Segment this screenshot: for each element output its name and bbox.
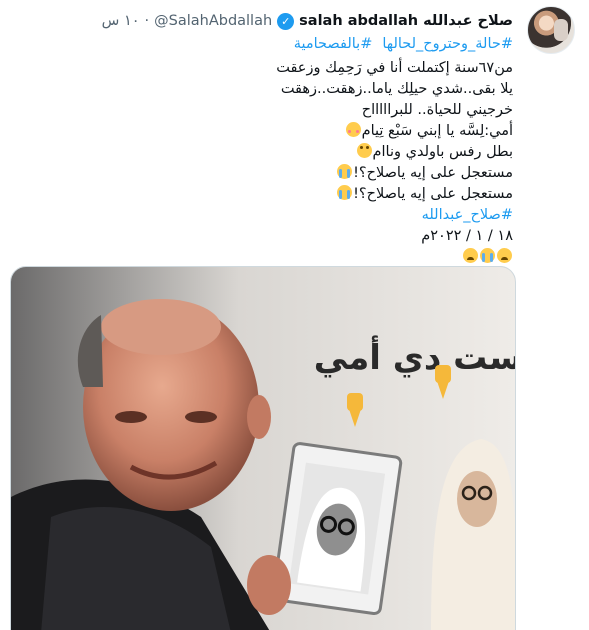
sob-icon [480, 248, 495, 263]
text-line-with-emoji: بطل رفس باولدي وناام [223, 142, 513, 163]
tired-face-icon [497, 248, 512, 263]
tweet-media[interactable]: الست دي أمي [10, 266, 516, 630]
media-overlay-text: الست دي أمي [314, 335, 516, 378]
tired-face-icon [463, 248, 478, 263]
text-line: مستعجل على إيه ياصلاح؟! [353, 165, 513, 181]
tweet-date: ١٨ / ١ / ٢٠٢٢م [421, 228, 513, 244]
text-line: خرجيني للحياة.. للبراااااح [361, 102, 513, 118]
timestamp[interactable]: ١٠ س [102, 13, 140, 29]
text-line-with-emoji: مستعجل على إيه ياصلاح؟! [223, 163, 513, 184]
rolling-eyes-icon [356, 143, 372, 158]
text-line: بطل رفس باولدي وناام [372, 144, 513, 160]
author-handle[interactable]: @SalahAbdallah [154, 13, 272, 29]
flushed-face-icon [345, 122, 361, 137]
text-line-with-emoji: أمي:لِسَّه يا إبني سَبْع تِيام [223, 121, 513, 142]
sob-icon [337, 164, 353, 179]
hashtag-row: #حالة_وحتروح_لحالها #بالفصحامية [294, 36, 513, 52]
media-image: الست دي أمي [11, 267, 516, 630]
tweet: صلاح عبدالله salah abdallah ✓ @SalahAbda… [0, 0, 589, 630]
hashtag-link[interactable]: #صلاح_عبدالله [223, 205, 513, 226]
text-line-with-emoji: مستعجل على إيه ياصلاح؟! [223, 184, 513, 205]
tweet-text: من٦٧سنة إكتملت أنا في رَحِمِك وزعقت يلا … [223, 58, 513, 268]
verified-badge-icon: ✓ [277, 12, 295, 30]
hashtag-link[interactable]: #حالة_وحتروح_لحالها [382, 36, 513, 52]
emoji-row [223, 247, 513, 268]
text-line: مستعجل على إيه ياصلاح؟! [353, 186, 513, 202]
sob-icon [337, 185, 353, 200]
separator: · [144, 13, 150, 29]
text-line: من٦٧سنة إكتملت أنا في رَحِمِك وزعقت [276, 60, 513, 76]
avatar[interactable] [527, 6, 575, 54]
text-line: أمي:لِسَّه يا إبني سَبْع تِيام [361, 123, 513, 139]
text-line: يلا بقى..شدي حيلِك ياما..زهقت..زهقت [280, 81, 513, 97]
author-name[interactable]: صلاح عبدالله salah abdallah [299, 13, 513, 29]
tweet-header: صلاح عبدالله salah abdallah ✓ @SalahAbda… [20, 10, 513, 32]
hashtag-link[interactable]: #بالفصحامية [294, 36, 373, 52]
